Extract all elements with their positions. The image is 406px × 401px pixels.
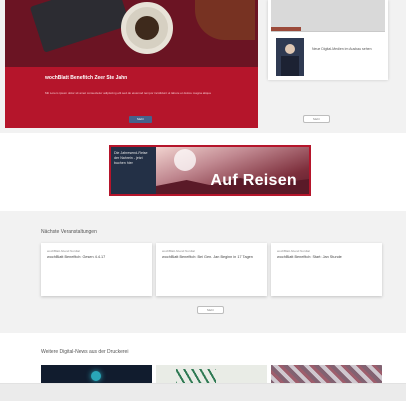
event-card[interactable]: wochBlatt Abend Nordtal wochBlatt Benefi… <box>156 243 267 296</box>
bottom-bar <box>0 383 406 401</box>
plant-image <box>195 0 255 40</box>
sun-graphic <box>174 149 196 171</box>
hero-image <box>5 0 258 67</box>
event-title[interactable]: wochBlatt Benefitch: Bei Gen. Jan Beginn… <box>162 254 261 260</box>
hero-card[interactable]: wochBlatt Benefitch Zeer Ste Jahn Mit Lo… <box>5 0 258 128</box>
news-thumbnail[interactable] <box>156 365 267 385</box>
hero-text: Mit Lorem ipsum dolor sit amet consectet… <box>45 91 211 95</box>
event-title[interactable]: wochBlatt Benefitch: Start: Jan Stunde <box>277 254 376 260</box>
coffee-cup-image <box>121 2 173 54</box>
news-thumbnail[interactable] <box>41 365 152 385</box>
news-thumbnail[interactable] <box>271 365 382 385</box>
hero-more-button[interactable]: Mehr <box>129 116 152 123</box>
travel-banner[interactable]: Die Jahresend-Reise der Nahrein - jetzt … <box>109 145 311 196</box>
event-meta: wochBlatt Abend Nordtal <box>162 249 195 253</box>
events-heading: Nächste Veranstaltungen <box>41 229 97 235</box>
event-title[interactable]: wochBlatt Benefitch: Gesen 4.4.17 <box>47 254 146 260</box>
person-thumbnail <box>276 38 304 76</box>
side-news-card[interactable]: Neue Digital-Medien im Ausbau sehen <box>268 0 388 80</box>
laptop-image <box>29 0 131 53</box>
banner-text-panel: Die Jahresend-Reise der Nahrein - jetzt … <box>111 147 156 194</box>
event-card[interactable]: wochBlatt Abend Nordtal wochBlatt Benefi… <box>41 243 152 296</box>
event-meta: wochBlatt Abend Nordtal <box>277 249 310 253</box>
event-card[interactable]: wochBlatt Abend Nordtal wochBlatt Benefi… <box>271 243 382 296</box>
side-card-snippet[interactable]: Neue Digital-Medien im Ausbau sehen <box>312 46 382 52</box>
hero-title[interactable]: wochBlatt Benefitch Zeer Ste Jahn <box>45 75 127 81</box>
news-heading: Weitere Digital-News aus der Druckerei <box>41 349 129 355</box>
side-card-image <box>271 0 385 32</box>
events-more-button[interactable]: Mehr <box>197 306 224 314</box>
banner-title: Auf Reisen <box>210 172 297 189</box>
event-meta: wochBlatt Abend Nordtal <box>47 249 80 253</box>
top-more-button[interactable]: Mehr <box>303 115 330 123</box>
